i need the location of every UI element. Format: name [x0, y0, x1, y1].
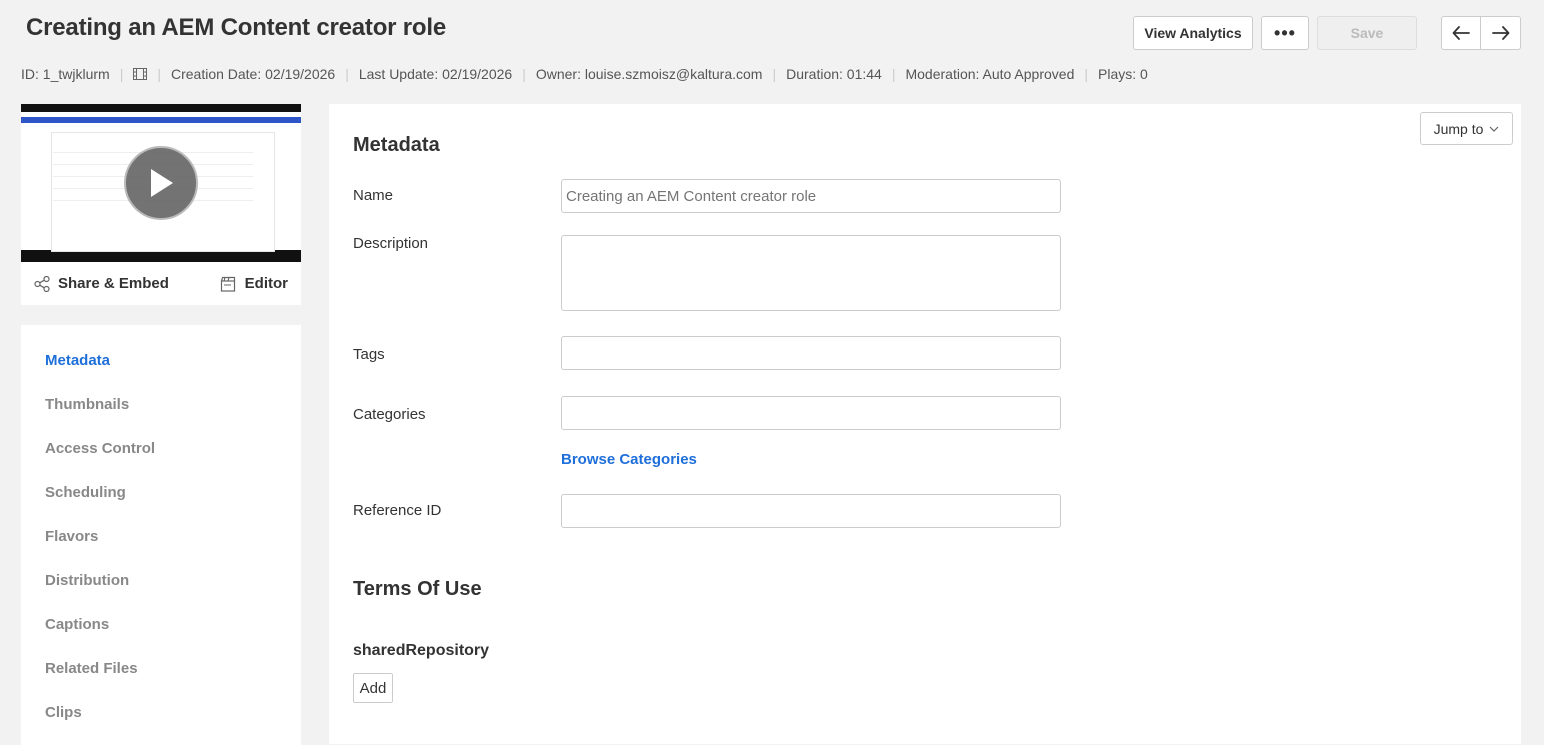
more-icon: •••	[1274, 22, 1296, 43]
description-label: Description	[353, 235, 429, 252]
video-preview[interactable]	[21, 104, 301, 262]
view-analytics-button[interactable]: View Analytics	[1133, 16, 1253, 50]
sidebar-item-scheduling[interactable]: Scheduling	[21, 471, 301, 515]
sidebar-item-clips[interactable]: Clips	[21, 691, 301, 735]
editor-icon	[220, 276, 235, 292]
duration: Duration: 01:44	[786, 66, 882, 82]
play-icon	[151, 169, 173, 197]
separator: |	[891, 66, 896, 82]
player-card: Share & Embed Editor	[21, 104, 301, 305]
entry-navigation	[1441, 16, 1521, 50]
more-options-button[interactable]: •••	[1261, 16, 1309, 50]
separator: |	[1084, 66, 1089, 82]
chevron-down-icon	[1489, 126, 1499, 132]
thumbnail-app-bar	[21, 117, 301, 123]
share-embed-label: Share & Embed	[58, 275, 169, 292]
sidebar-item-thumbnails[interactable]: Thumbnails	[21, 383, 301, 427]
next-entry-button[interactable]	[1481, 16, 1521, 50]
sidebar-item-captions[interactable]: Captions	[21, 603, 301, 647]
moderation: Moderation: Auto Approved	[905, 66, 1075, 82]
owner: Owner: louise.szmoisz@kaltura.com	[535, 66, 763, 82]
main-panel: Jump to Metadata Name Description Tags C…	[329, 104, 1521, 744]
entry-meta-line: ID: 1_twjklurm | | Creation Date: 02/19/…	[21, 66, 1148, 82]
editor-label: Editor	[244, 275, 288, 292]
reference-id-field[interactable]	[561, 494, 1061, 528]
jump-to-label: Jump to	[1433, 120, 1484, 137]
separator: |	[522, 66, 526, 82]
entry-id: ID: 1_twjklurm	[21, 66, 110, 82]
reference-id-label: Reference ID	[353, 502, 442, 519]
separator: |	[772, 66, 777, 82]
shared-repository-label: sharedRepository	[353, 642, 490, 659]
share-embed-button[interactable]: Share & Embed	[34, 275, 169, 292]
categories-label: Categories	[353, 406, 426, 423]
name-field[interactable]	[561, 179, 1061, 213]
creation-date: Creation Date: 02/19/2026	[170, 66, 336, 82]
share-icon	[34, 275, 50, 292]
section-sidebar: Metadata Thumbnails Access Control Sched…	[21, 325, 301, 745]
sidebar-item-flavors[interactable]: Flavors	[21, 515, 301, 559]
metadata-section-title: Metadata	[353, 134, 440, 156]
arrow-left-icon	[1452, 26, 1470, 40]
categories-field[interactable]	[561, 396, 1061, 430]
name-label: Name	[353, 187, 394, 204]
separator: |	[345, 66, 349, 82]
tags-field[interactable]	[561, 336, 1061, 370]
separator: |	[119, 66, 124, 82]
sidebar-item-access-control[interactable]: Access Control	[21, 427, 301, 471]
sidebar-item-related-files[interactable]: Related Files	[21, 647, 301, 691]
jump-to-dropdown[interactable]: Jump to	[1420, 112, 1513, 145]
last-update: Last Update: 02/19/2026	[358, 66, 513, 82]
top-actions: View Analytics ••• Save	[1133, 16, 1521, 50]
separator: |	[157, 66, 161, 82]
description-field[interactable]	[561, 235, 1061, 311]
tags-label: Tags	[353, 346, 385, 363]
play-button[interactable]	[124, 146, 198, 220]
sidebar-item-distribution[interactable]: Distribution	[21, 559, 301, 603]
player-actions: Share & Embed Editor	[21, 262, 301, 305]
sidebar-item-metadata[interactable]: Metadata	[21, 339, 301, 383]
previous-entry-button[interactable]	[1441, 16, 1481, 50]
terms-of-use-title: Terms Of Use	[353, 578, 482, 600]
editor-button[interactable]: Editor	[220, 275, 288, 292]
plays: Plays: 0	[1098, 66, 1148, 82]
film-icon	[133, 68, 148, 80]
save-button[interactable]: Save	[1317, 16, 1417, 50]
add-button[interactable]: Add	[353, 673, 393, 703]
arrow-right-icon	[1491, 26, 1509, 40]
browse-categories-link[interactable]: Browse Categories	[561, 451, 697, 468]
page-title: Creating an AEM Content creator role	[26, 14, 446, 41]
